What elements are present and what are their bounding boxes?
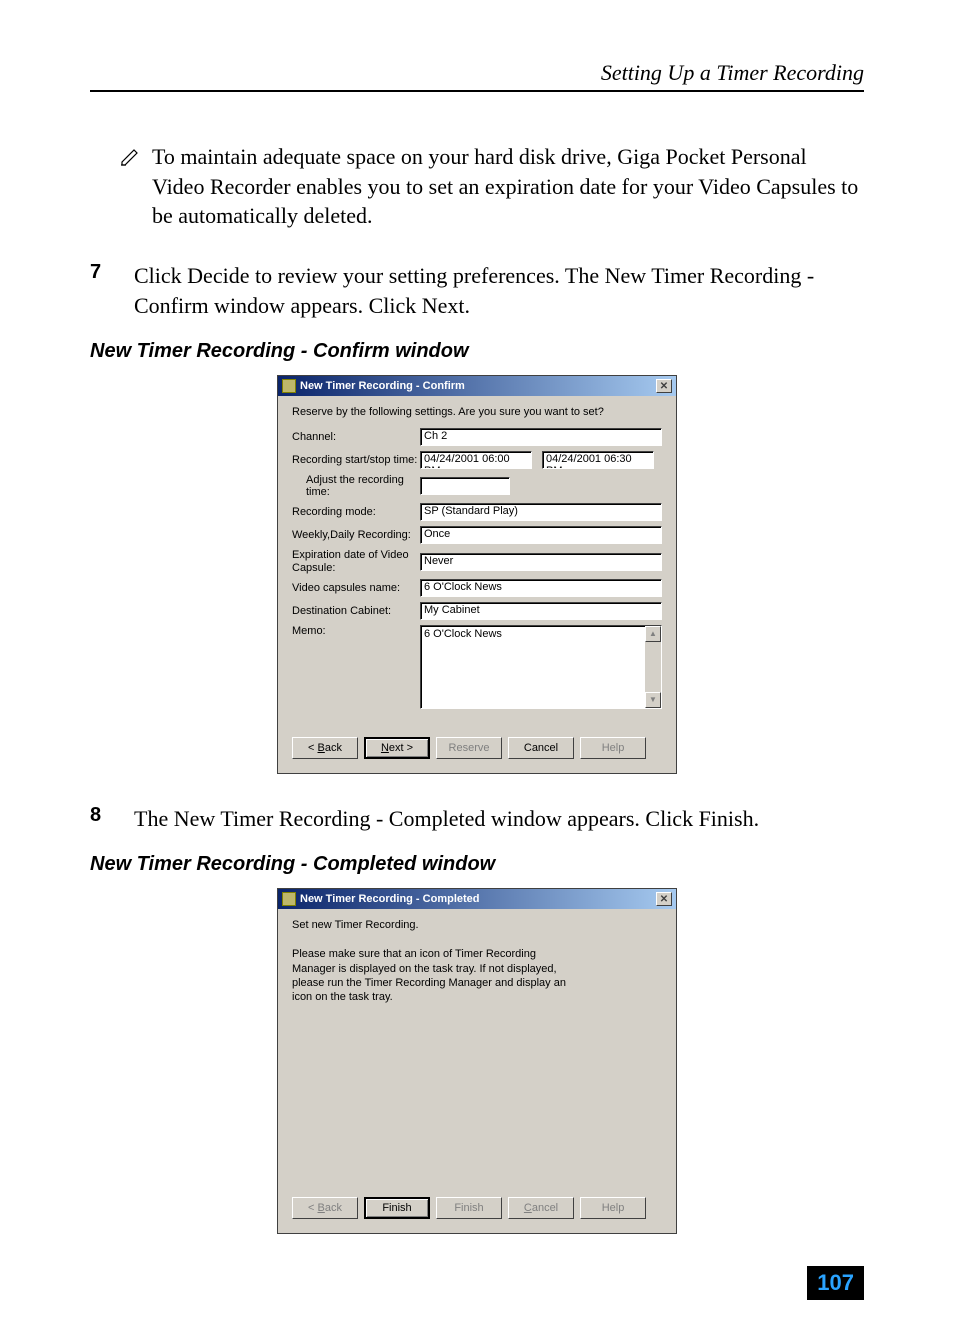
step-text: Click Decide to review your setting pref… bbox=[134, 261, 864, 320]
completed-line1: Set new Timer Recording. bbox=[292, 919, 662, 931]
step-number: 8 bbox=[90, 804, 110, 827]
completed-dialog: New Timer Recording - Completed ✕ Set ne… bbox=[277, 888, 677, 1234]
field-capname: 6 O'Clock News bbox=[420, 579, 662, 597]
close-icon[interactable]: ✕ bbox=[656, 379, 672, 393]
titlebar-text: New Timer Recording - Confirm bbox=[300, 380, 656, 392]
note-text: To maintain adequate space on your hard … bbox=[152, 142, 864, 231]
label-adjust: Adjust the recording time: bbox=[306, 474, 420, 498]
field-start-time: 04/24/2001 06:00 PM bbox=[420, 451, 532, 469]
field-dest: My Cabinet bbox=[420, 602, 662, 620]
field-channel: Ch 2 bbox=[420, 428, 662, 446]
scroll-up-icon[interactable]: ▲ bbox=[645, 626, 661, 642]
scroll-down-icon[interactable]: ▼ bbox=[645, 692, 661, 708]
help-button: Help bbox=[580, 737, 646, 759]
label-expire: Expiration date of Video Capsule: bbox=[292, 549, 420, 573]
figure-caption-completed: New Timer Recording - Completed window bbox=[90, 853, 864, 876]
field-stop-time: 04/24/2001 06:30 PM bbox=[542, 451, 654, 469]
page-footer: 107 bbox=[807, 1266, 864, 1300]
field-memo: 6 O'Clock News ▲ ▼ bbox=[420, 625, 662, 709]
app-icon bbox=[282, 892, 296, 906]
field-mode: SP (Standard Play) bbox=[420, 503, 662, 521]
titlebar: New Timer Recording - Completed ✕ bbox=[278, 889, 676, 909]
next-button[interactable]: Next > bbox=[364, 737, 430, 759]
finish-button-2: Finish bbox=[436, 1197, 502, 1219]
field-weekly: Once bbox=[420, 526, 662, 544]
titlebar: New Timer Recording - Confirm ✕ bbox=[278, 376, 676, 396]
field-adjust bbox=[420, 477, 510, 495]
label-memo: Memo: bbox=[292, 625, 420, 637]
note-block: To maintain adequate space on your hard … bbox=[120, 142, 864, 231]
page-number: 107 bbox=[807, 1266, 864, 1300]
reserve-button: Reserve bbox=[436, 737, 502, 759]
label-startstop: Recording start/stop time: bbox=[292, 454, 420, 466]
label-mode: Recording mode: bbox=[292, 506, 420, 518]
back-button: < Back bbox=[292, 1197, 358, 1219]
step-text: The New Timer Recording - Completed wind… bbox=[134, 804, 759, 834]
help-button: Help bbox=[580, 1197, 646, 1219]
titlebar-text: New Timer Recording - Completed bbox=[300, 893, 656, 905]
cancel-button[interactable]: Cancel bbox=[508, 737, 574, 759]
figure-caption-confirm: New Timer Recording - Confirm window bbox=[90, 340, 864, 363]
pencil-note-icon bbox=[120, 146, 144, 171]
label-capname: Video capsules name: bbox=[292, 582, 420, 594]
label-dest: Destination Cabinet: bbox=[292, 605, 420, 617]
dialog-instruction: Reserve by the following settings. Are y… bbox=[292, 406, 662, 418]
step-number: 7 bbox=[90, 261, 110, 284]
field-expire: Never bbox=[420, 553, 662, 571]
close-icon[interactable]: ✕ bbox=[656, 892, 672, 906]
memo-scrollbar[interactable]: ▲ ▼ bbox=[645, 626, 661, 708]
app-icon bbox=[282, 379, 296, 393]
confirm-dialog: New Timer Recording - Confirm ✕ Reserve … bbox=[277, 375, 677, 773]
finish-button[interactable]: Finish bbox=[364, 1197, 430, 1219]
completed-paragraph: Please make sure that an icon of Timer R… bbox=[292, 947, 572, 1004]
section-header: Setting Up a Timer Recording bbox=[90, 60, 864, 86]
memo-text: 6 O'Clock News bbox=[424, 628, 502, 640]
back-button[interactable]: < Back bbox=[292, 737, 358, 759]
label-weekly: Weekly,Daily Recording: bbox=[292, 529, 420, 541]
cancel-button: Cancel bbox=[508, 1197, 574, 1219]
step-8: 8 The New Timer Recording - Completed wi… bbox=[90, 804, 864, 834]
label-channel: Channel: bbox=[292, 431, 420, 443]
step-7: 7 Click Decide to review your setting pr… bbox=[90, 261, 864, 320]
